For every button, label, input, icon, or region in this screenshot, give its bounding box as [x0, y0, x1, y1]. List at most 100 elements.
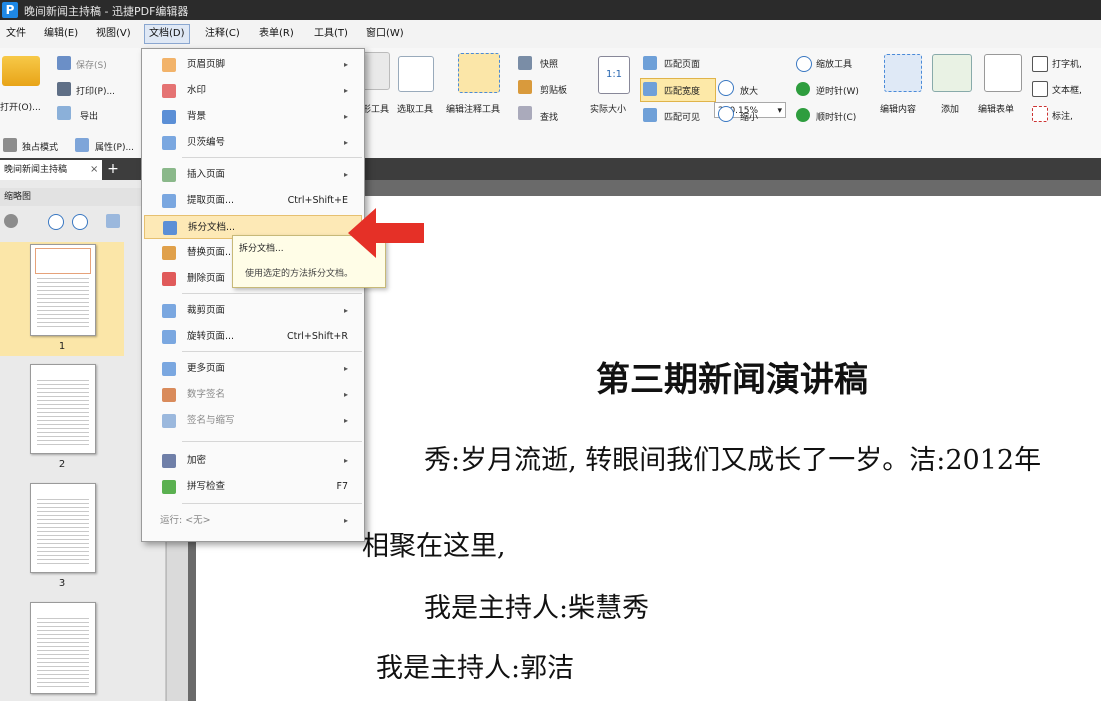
callout-icon[interactable] — [1032, 106, 1048, 122]
zoom-out-button[interactable]: 缩小 — [740, 110, 758, 123]
crown-icon[interactable] — [3, 138, 17, 152]
menu-document[interactable]: 文档(D) — [144, 24, 190, 44]
exclusive-mode-button[interactable]: 独占模式 — [22, 140, 58, 153]
menu-item-0[interactable]: 页眉页脚 ▸ — [144, 53, 362, 77]
menu-tools[interactable]: 工具(T) — [310, 25, 352, 43]
find-button[interactable]: 查找 — [540, 110, 558, 123]
rotate-ccw-button[interactable]: 逆时针(W) — [816, 84, 859, 97]
thumbnail-page-3[interactable] — [30, 483, 96, 573]
edit-form-button[interactable]: 编辑表单 — [978, 102, 1014, 115]
actual-size-button[interactable]: 实际大小 — [590, 102, 626, 115]
clipboard-button[interactable]: 剪贴板 — [540, 83, 567, 96]
add-tab-icon[interactable]: + — [106, 162, 120, 176]
menu-item-2[interactable]: 背景 ▸ — [144, 105, 362, 129]
typewriter-icon[interactable] — [1032, 56, 1048, 72]
menu-item-1[interactable]: 水印 ▸ — [144, 79, 362, 103]
menu-item-label: 旋转页面... — [187, 331, 235, 342]
tooltip-title: 拆分文档... — [239, 244, 284, 254]
actual-size-icon[interactable]: 1:1 — [598, 56, 630, 94]
menu-view[interactable]: 视图(V) — [92, 25, 135, 43]
zoom-in-button[interactable]: 放大 — [740, 84, 758, 97]
properties-icon[interactable] — [75, 138, 89, 152]
thumbnail-page-1[interactable] — [30, 244, 96, 336]
menu-edit[interactable]: 编辑(E) — [40, 25, 82, 43]
edit-content-icon[interactable] — [884, 54, 922, 92]
fit-page-button[interactable]: 匹配页面 — [664, 57, 700, 70]
zoom-in-icon[interactable] — [48, 214, 64, 230]
menu-item-icon — [162, 414, 176, 428]
fit-page-icon[interactable] — [643, 56, 657, 70]
menu-item-13[interactable]: 签名与缩写 ▸ — [144, 409, 362, 433]
thumbnail-highlight-box — [35, 248, 91, 274]
typewriter-button[interactable]: 打字机, — [1052, 57, 1082, 70]
submenu-arrow-icon: ▸ — [343, 112, 348, 121]
edit-form-icon[interactable] — [984, 54, 1022, 92]
textbox-button[interactable]: 文本框, — [1052, 83, 1082, 96]
menu-item-14[interactable]: 加密 ▸ — [144, 449, 362, 473]
add-image-text-icon[interactable] — [932, 54, 972, 92]
edit-content-button[interactable]: 编辑内容 — [880, 102, 916, 115]
menu-item-5[interactable]: 提取页面... Ctrl+Shift+E — [144, 189, 362, 213]
camera-icon[interactable] — [518, 56, 532, 70]
fit-visible-button[interactable]: 匹配可见 — [664, 110, 700, 123]
menu-window[interactable]: 窗口(W) — [362, 25, 408, 43]
edit-annotation-tool-button[interactable]: 编辑注释工具 — [446, 102, 500, 115]
export-button[interactable]: 导出 — [80, 109, 98, 122]
close-icon[interactable]: × — [90, 160, 98, 180]
thumbnail-page-4[interactable] — [30, 602, 96, 694]
rotate-page-icon[interactable] — [106, 214, 120, 228]
callout-button[interactable]: 标注, — [1052, 109, 1073, 122]
folder-icon[interactable] — [2, 56, 40, 86]
tab-document[interactable]: 晚间新闻主持稿 × — [0, 160, 102, 180]
menu-item-label: 加密 — [187, 455, 207, 466]
rotate-cw-icon[interactable] — [796, 108, 810, 122]
properties-button[interactable]: 属性(P)... — [95, 140, 134, 153]
zoom-in-icon[interactable] — [718, 80, 734, 96]
zoom-tool-button[interactable]: 缩放工具 — [816, 57, 852, 70]
menu-form[interactable]: 表单(R) — [255, 25, 298, 43]
snapshot-button[interactable]: 快照 — [540, 57, 558, 70]
magnifier-icon[interactable] — [796, 56, 812, 72]
rotate-ccw-icon[interactable] — [796, 82, 810, 96]
fit-width-button[interactable]: 匹配宽度 — [664, 84, 700, 97]
fit-visible-icon[interactable] — [643, 108, 657, 122]
find-icon[interactable] — [518, 106, 532, 120]
document-line: 我是主持人:郭洁 — [376, 653, 575, 684]
document-line: 秀:岁月流逝, 转眼间我们又成长了一岁。洁:2012年 — [424, 445, 1042, 476]
clipboard-icon[interactable] — [518, 80, 532, 94]
save-button[interactable]: 保存(S) — [76, 58, 107, 71]
menu-item-icon — [162, 194, 176, 208]
textbox-icon[interactable] — [1032, 81, 1048, 97]
menu-item-15[interactable]: 拼写检查 F7 — [144, 475, 362, 499]
thumbnail-page-2[interactable] — [30, 364, 96, 454]
menu-item-3[interactable]: 贝茨编号 ▸ — [144, 131, 362, 155]
menu-item-16[interactable]: 运行: <无> ▸ — [144, 509, 362, 533]
hand-tool-button[interactable]: 形工具 — [362, 102, 389, 115]
select-tool-button[interactable]: 选取工具 — [397, 102, 433, 115]
menu-item-12[interactable]: 数字签名 ▸ — [144, 383, 362, 407]
gear-icon[interactable] — [4, 214, 18, 228]
menu-file[interactable]: 文件 — [2, 25, 30, 43]
zoom-out-icon[interactable] — [718, 106, 734, 122]
select-text-icon[interactable] — [398, 56, 434, 92]
save-icon[interactable] — [57, 56, 71, 70]
fit-width-icon[interactable] — [643, 82, 657, 96]
menu-item-icon — [163, 221, 177, 235]
edit-annotation-icon[interactable] — [458, 53, 500, 93]
print-button[interactable]: 打印(P)... — [76, 84, 115, 97]
zoom-out-icon[interactable] — [72, 214, 88, 230]
menu-item-11[interactable]: 更多页面 ▸ — [144, 357, 362, 381]
submenu-arrow-icon: ▸ — [343, 60, 348, 69]
add-button[interactable]: 添加 — [941, 102, 959, 115]
window-title: 晚间新闻主持稿 - 迅捷PDF编辑器 — [24, 5, 189, 18]
rotate-cw-button[interactable]: 顺时针(C) — [816, 110, 856, 123]
menu-item-4[interactable]: 插入页面 ▸ — [144, 163, 362, 187]
open-button[interactable]: 打开(O)... — [0, 100, 41, 113]
printer-icon[interactable] — [57, 82, 71, 96]
menu-item-9[interactable]: 裁剪页面 ▸ — [144, 299, 362, 323]
menu-comment[interactable]: 注释(C) — [201, 25, 244, 43]
menu-item-label: 运行: <无> — [160, 515, 211, 526]
menu-item-10[interactable]: 旋转页面... Ctrl+Shift+R — [144, 325, 362, 349]
export-icon[interactable] — [57, 106, 71, 120]
menu-item-icon — [162, 480, 176, 494]
